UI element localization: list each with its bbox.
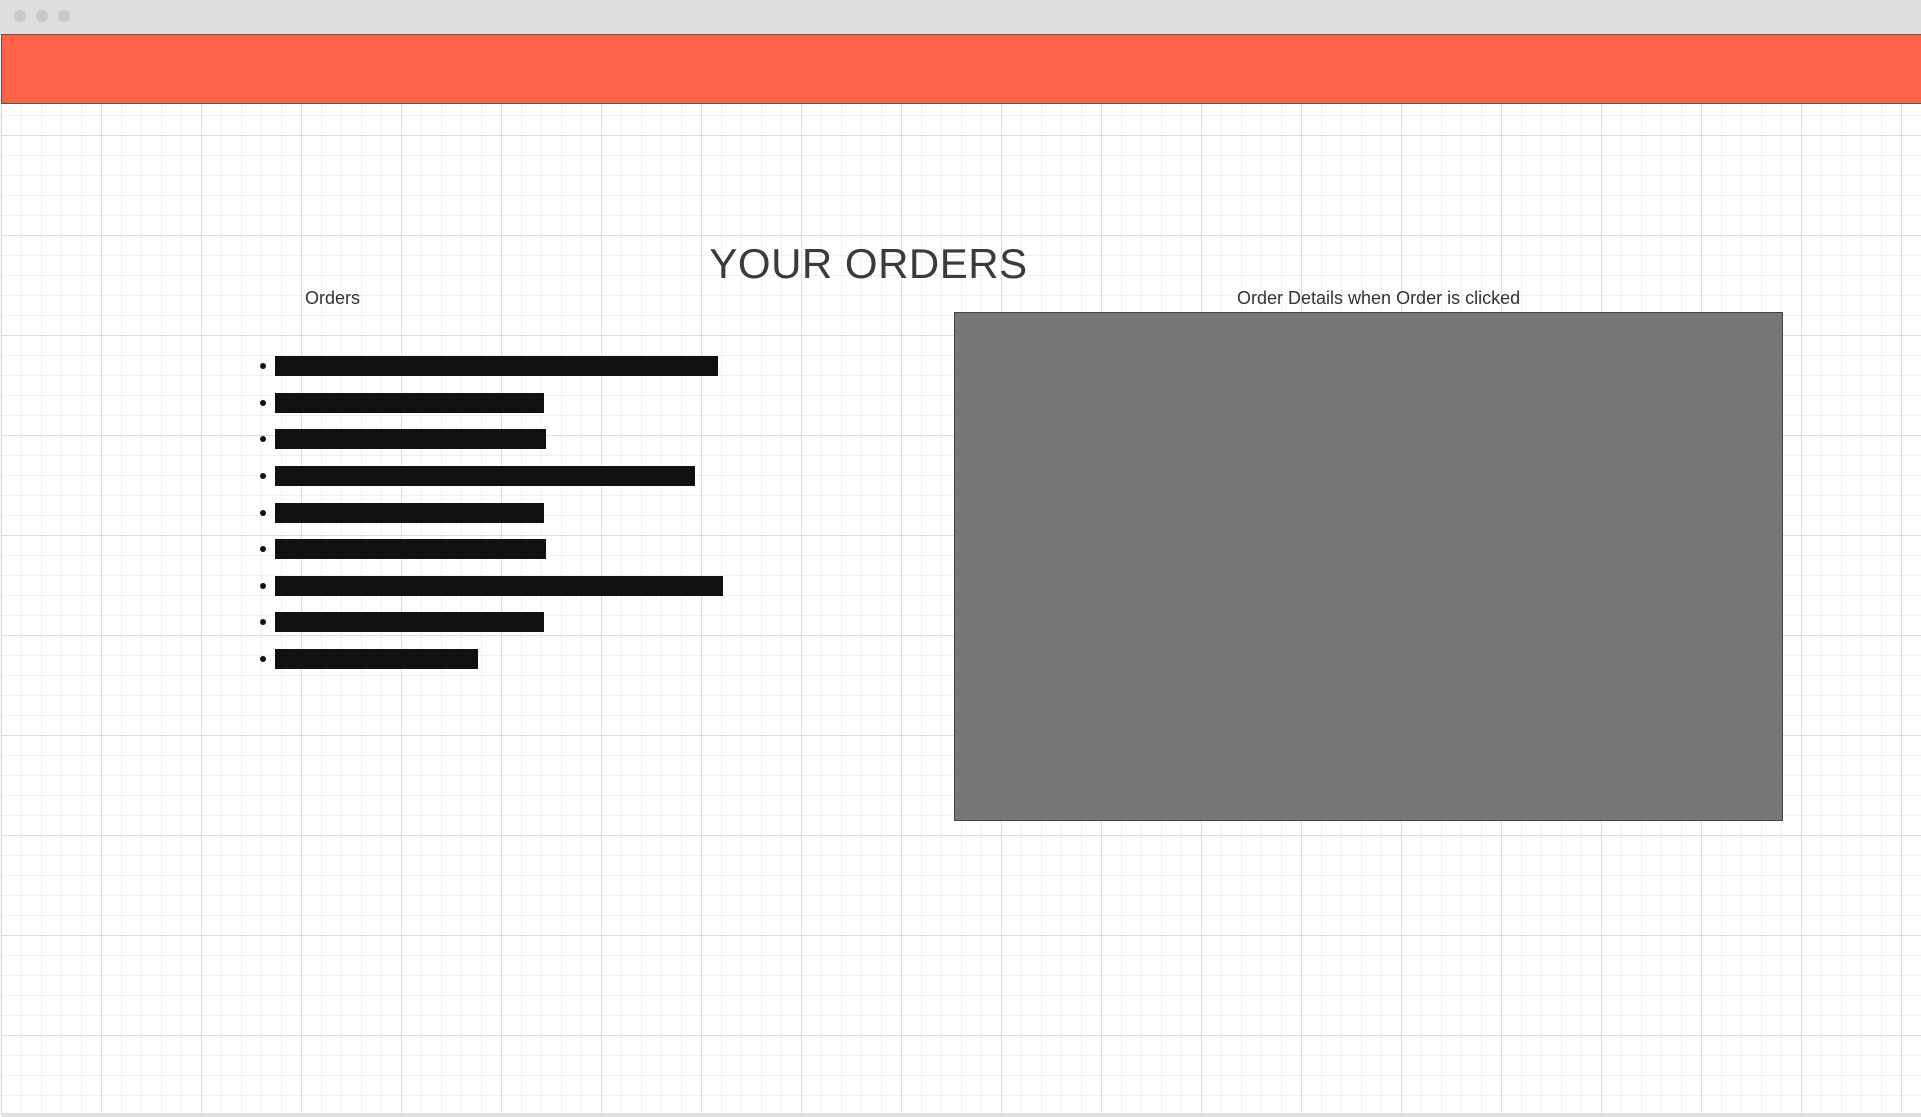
order-placeholder-bar[interactable] xyxy=(275,649,478,670)
order-details-label: Order Details when Order is clicked xyxy=(1237,288,1521,308)
order-placeholder-bar[interactable] xyxy=(275,539,546,560)
order-list-item[interactable] xyxy=(256,641,723,678)
order-list-item[interactable] xyxy=(256,385,723,422)
order-list-item[interactable] xyxy=(256,531,723,568)
order-list-item[interactable] xyxy=(256,494,723,531)
header-banner xyxy=(1,34,1921,104)
bullet-icon xyxy=(260,582,266,589)
order-list-item[interactable] xyxy=(256,568,723,605)
order-list-item[interactable] xyxy=(256,421,723,458)
order-placeholder-bar[interactable] xyxy=(275,612,544,633)
bullet-icon xyxy=(260,436,266,443)
order-placeholder-bar[interactable] xyxy=(275,429,546,450)
orders-list xyxy=(256,348,723,677)
order-details-panel xyxy=(954,312,1783,821)
bullet-icon xyxy=(260,399,266,406)
order-placeholder-bar[interactable] xyxy=(275,392,544,413)
order-placeholder-bar[interactable] xyxy=(275,502,544,523)
order-placeholder-bar[interactable] xyxy=(275,466,695,487)
order-list-item[interactable] xyxy=(256,458,723,495)
order-placeholder-bar[interactable] xyxy=(275,575,723,596)
page-title: YOUR ORDERS xyxy=(709,240,1028,287)
order-list-item[interactable] xyxy=(256,604,723,641)
order-list-item[interactable] xyxy=(256,348,723,385)
close-window-dot-icon[interactable] xyxy=(14,10,26,22)
bullet-icon xyxy=(260,363,266,370)
zoom-window-dot-icon[interactable] xyxy=(58,10,70,22)
bullet-icon xyxy=(260,473,266,480)
bullet-icon xyxy=(260,619,266,626)
browser-window: YOUR ORDERS Orders Order Details when Or… xyxy=(0,0,1921,1117)
window-titlebar xyxy=(0,0,1921,35)
order-placeholder-bar[interactable] xyxy=(275,356,718,377)
bullet-icon xyxy=(260,509,266,516)
bullet-icon xyxy=(260,546,266,553)
minimize-window-dot-icon[interactable] xyxy=(36,10,48,22)
orders-section-label: Orders xyxy=(305,288,361,308)
bullet-icon xyxy=(260,656,266,663)
